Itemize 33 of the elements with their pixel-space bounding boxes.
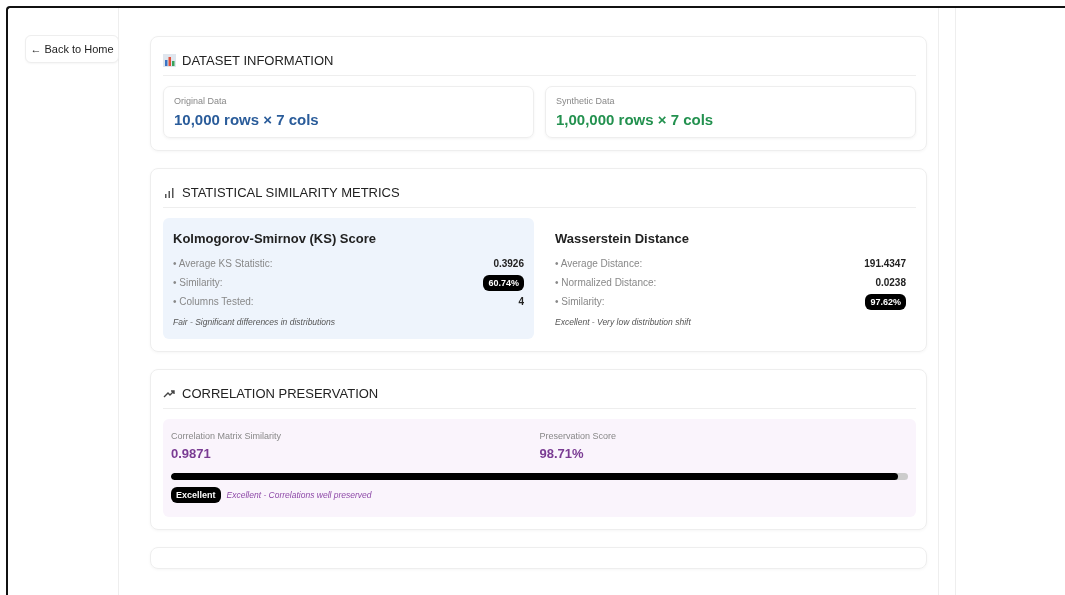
section-title: CORRELATION PRESERVATION: [182, 386, 379, 401]
stat-label: Preservation Score: [539, 431, 618, 441]
metric-label: • Average KS Statistic:: [173, 258, 273, 269]
metric-value: 191.4347: [864, 258, 906, 269]
rating-note: Excellent - Correlations well preserved: [226, 490, 372, 500]
stat-value: 98.71%: [539, 446, 585, 461]
stat-value: 0.9871: [171, 446, 212, 461]
section-title: STATISTICAL SIMILARITY METRICS: [182, 185, 400, 200]
info-label: Original Data: [174, 96, 228, 106]
metric-label: • Similarity:: [555, 296, 605, 307]
metric-note: Fair - Significant differences in distributions: [173, 317, 337, 327]
back-button[interactable]: ← Back to Home: [25, 35, 119, 63]
metric-note: Excellent - Very low distribution shift: [555, 317, 692, 327]
metric-label: • Normalized Distance:: [555, 277, 657, 288]
bar-chart-icon: [163, 54, 176, 67]
rating-badge: Excellent: [171, 487, 221, 503]
metric-label: • Columns Tested:: [173, 296, 254, 307]
info-value: 1,00,000 rows × 7 cols: [556, 111, 715, 128]
metric-value: 0.0238: [875, 277, 906, 288]
info-value: 10,000 rows × 7 cols: [174, 111, 320, 128]
value-badge: 60.74%: [483, 274, 524, 291]
info-label: Synthetic Data: [556, 96, 616, 106]
section-title: DATASET INFORMATION: [182, 53, 334, 68]
metric-title: Wasserstein Distance: [555, 231, 690, 246]
metric-value: 4: [518, 296, 524, 307]
bar-chart-icon: [163, 186, 176, 199]
metric-value: 0.3926: [493, 258, 524, 269]
metric-title: Kolmogorov-Smirnov (KS) Score: [173, 231, 377, 246]
stat-label: Correlation Matrix Similarity: [171, 431, 283, 441]
metric-label: • Similarity:: [173, 277, 223, 288]
metric-label: • Average Distance:: [555, 258, 643, 269]
trend-icon: [163, 387, 176, 400]
value-badge: 97.62%: [865, 293, 906, 310]
